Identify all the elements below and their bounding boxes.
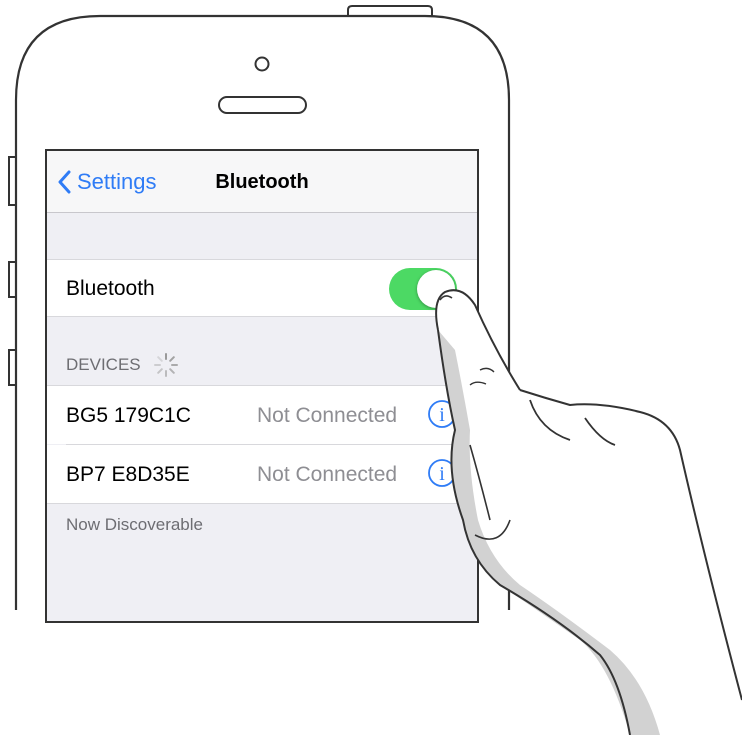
hand-illustration — [435, 289, 742, 735]
